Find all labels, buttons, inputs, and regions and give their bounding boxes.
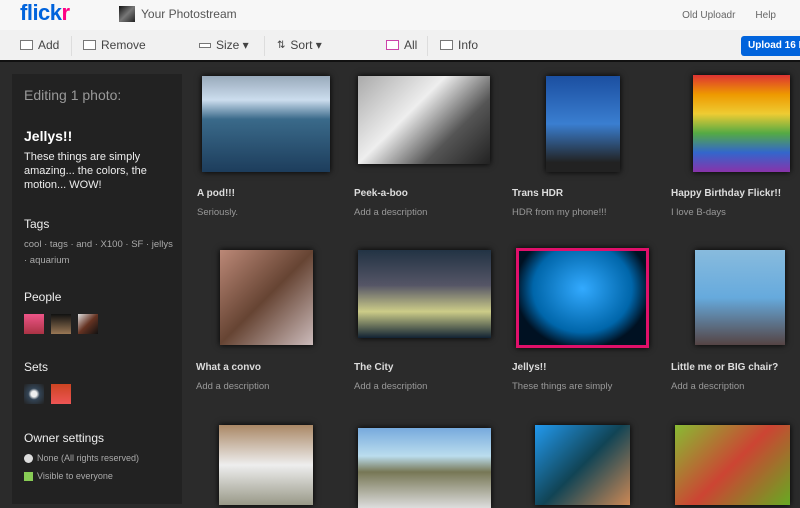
remove-icon (83, 40, 96, 50)
select-all-icon (386, 40, 399, 50)
photo-thumbnail[interactable] (358, 250, 491, 338)
sort-label: Sort ▾ (290, 38, 322, 52)
photo-thumbnail[interactable] (202, 76, 330, 172)
license-label: None (All rights reserved) (37, 453, 140, 463)
copyright-icon (24, 453, 33, 463)
photo-thumbnail[interactable] (535, 425, 630, 505)
photo-title[interactable]: Trans HDR (512, 188, 563, 199)
sort-dropdown[interactable]: ⇅ Sort ▾ (277, 38, 322, 52)
photo-description[interactable]: These things are simply (512, 381, 612, 392)
people-label: People (24, 290, 62, 304)
photo-thumbnail[interactable] (358, 428, 491, 508)
privacy-setting[interactable]: Visible to everyone (24, 471, 113, 481)
photo-thumbnail[interactable] (219, 425, 313, 505)
person-avatar[interactable] (51, 314, 71, 334)
sort-icon: ⇅ (277, 39, 286, 51)
tags-label: Tags (24, 217, 50, 231)
size-label: Size ▾ (216, 38, 249, 52)
add-icon (20, 40, 33, 50)
public-icon (24, 471, 33, 481)
remove-label: Remove (101, 38, 146, 52)
remove-button[interactable]: Remove (83, 38, 146, 52)
photo-title[interactable]: What a convo (196, 362, 261, 373)
photo-description-field[interactable]: These things are simply amazing... the c… (24, 150, 170, 192)
editing-heading: Editing 1 photo: (24, 87, 122, 103)
photostream-label: Your Photostream (141, 7, 237, 21)
privacy-label: Visible to everyone (37, 471, 113, 481)
divider (264, 36, 265, 56)
size-dropdown[interactable]: Size ▾ (199, 38, 249, 52)
divider (71, 36, 72, 56)
avatar (119, 6, 135, 22)
owner-settings-label[interactable]: Owner settings (24, 431, 104, 445)
photo-title[interactable]: Happy Birthday Flickr!! (671, 188, 781, 199)
photo-thumbnail[interactable] (693, 75, 790, 172)
photo-title[interactable]: A pod!!! (197, 188, 235, 199)
photo-thumbnail[interactable] (695, 250, 785, 345)
photo-description[interactable]: Add a description (671, 381, 744, 392)
photo-description[interactable]: HDR from my phone!!! (512, 207, 607, 218)
info-label: Info (458, 38, 479, 52)
top-bar: flickr Your Photostream Old Uploadr Help (0, 0, 800, 30)
person-avatar[interactable] (24, 314, 44, 334)
set-thumbnail[interactable] (24, 384, 44, 404)
edit-sidebar: Editing 1 photo: Jellys!! These things a… (12, 74, 182, 504)
add-label: Add (38, 38, 60, 52)
add-button[interactable]: Add (20, 38, 59, 52)
help-link[interactable]: Help (755, 10, 776, 21)
toolbar: Add Remove Size ▾ ⇅ Sort ▾ All Info Uploa… (0, 30, 800, 62)
photostream-link[interactable]: Your Photostream (119, 6, 237, 22)
photo-title[interactable]: The City (354, 362, 393, 373)
old-uploadr-link[interactable]: Old Uploadr (682, 10, 735, 21)
photo-title[interactable]: Jellys!! (512, 362, 546, 373)
photo-thumbnail-selected[interactable] (516, 248, 649, 348)
photo-description[interactable]: Add a description (354, 207, 427, 218)
license-setting[interactable]: None (All rights reserved) (24, 453, 139, 463)
photo-thumbnail[interactable] (546, 76, 620, 172)
select-all-button[interactable]: All (386, 38, 417, 52)
photo-thumbnail[interactable] (358, 76, 490, 164)
info-icon (440, 40, 453, 50)
photo-description[interactable]: Add a description (196, 381, 269, 392)
divider (427, 36, 428, 56)
sets-label: Sets (24, 360, 49, 374)
photo-description[interactable]: Add a description (354, 381, 427, 392)
upload-button[interactable]: Upload 16 P (741, 36, 800, 56)
info-button[interactable]: Info (440, 38, 478, 52)
photo-title[interactable]: Little me or BIG chair? (671, 362, 778, 373)
size-icon (199, 42, 211, 48)
tags-list[interactable]: cool · tags · and · X100 · SF · jellys ·… (24, 237, 174, 269)
photo-description[interactable]: Seriously. (197, 207, 238, 218)
person-avatar[interactable] (78, 314, 98, 334)
photo-thumbnail[interactable] (220, 250, 313, 345)
set-thumbnail[interactable] (51, 384, 71, 404)
all-label: All (404, 38, 418, 52)
flickr-logo[interactable]: flickr (20, 0, 70, 26)
photo-title[interactable]: Peek-a-boo (354, 188, 408, 199)
photo-description[interactable]: I love B-days (671, 207, 726, 218)
photo-title-field[interactable]: Jellys!! (24, 128, 170, 144)
photo-thumbnail[interactable] (675, 425, 790, 505)
